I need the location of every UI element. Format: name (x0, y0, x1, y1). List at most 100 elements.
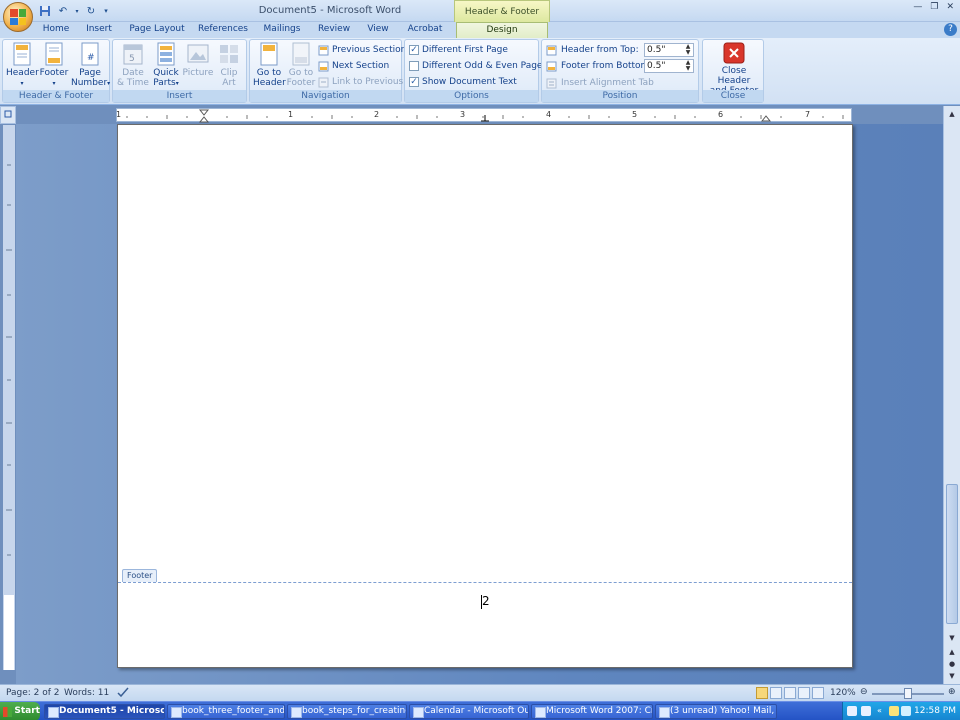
group-label-position: Position (542, 90, 698, 102)
print-layout-icon[interactable] (756, 687, 768, 699)
zoom-out-icon[interactable]: ⊖ (860, 687, 868, 697)
close-window-icon[interactable]: ✕ (946, 2, 954, 12)
tray-expand-icon[interactable]: « (877, 706, 887, 716)
header-from-top-label: Header from Top: (546, 43, 639, 57)
previous-section-button[interactable]: Previous Section (318, 43, 406, 57)
header-button[interactable]: Header ▾ (6, 42, 39, 89)
taskbar-item[interactable]: Calendar - Microsoft Outl... (409, 704, 529, 719)
taskbar-item[interactable]: book_steps_for_creating... (287, 704, 407, 719)
group-options: ✓ Different First Page Different Odd & E… (404, 39, 547, 103)
close-red-x-icon (723, 42, 745, 64)
quick-parts-button[interactable]: Quick Parts▾ (150, 42, 182, 89)
help-icon[interactable]: ? (944, 23, 957, 36)
show-document-text-option[interactable]: ✓ Show Document Text (409, 75, 517, 89)
insert-alignment-tab-button[interactable]: Insert Alignment Tab (546, 76, 654, 90)
proofing-icon[interactable] (116, 686, 130, 701)
link-to-previous-button[interactable]: Link to Previous (318, 75, 403, 89)
header-position-icon (546, 45, 557, 55)
web-layout-icon[interactable] (784, 687, 796, 699)
next-section-icon (318, 61, 329, 71)
scroll-down-icon[interactable]: ▼ (946, 632, 958, 644)
picture-button[interactable]: Picture (182, 42, 214, 78)
previous-section-icon (318, 45, 329, 55)
taskbar-clock[interactable]: 12:58 PM (914, 706, 956, 716)
select-browse-object-icon[interactable]: ● (946, 658, 958, 670)
ribbon-tabs: Home Insert Page Layout References Maili… (0, 22, 960, 38)
link-icon (318, 77, 329, 87)
outline-view-icon[interactable] (798, 687, 810, 699)
messenger-tray-icon[interactable] (889, 706, 899, 716)
spin-arrows-icon[interactable]: ▲ ▼ (684, 44, 692, 56)
word-count[interactable]: Words: 11 (64, 688, 109, 698)
horizontal-ruler[interactable]: 1 1 2 3 4 5 6 7 (116, 108, 852, 123)
zoom-in-icon[interactable]: ⊕ (948, 687, 956, 697)
undo-icon[interactable]: ↶ (56, 4, 70, 18)
taskbar-item[interactable]: Document5 - Microsof... (44, 704, 165, 719)
show-document-text-checkbox[interactable]: ✓ (409, 77, 419, 87)
scrollbar-thumb[interactable] (946, 484, 958, 624)
restore-icon[interactable]: ❐ (930, 2, 938, 12)
footer-from-bottom-input[interactable]: 0.5" ▲ ▼ (644, 59, 694, 73)
tab-references[interactable]: References (196, 22, 250, 38)
tab-acrobat[interactable]: Acrobat (402, 22, 448, 38)
group-label-insert: Insert (113, 90, 246, 102)
minimize-icon[interactable]: — (913, 2, 922, 12)
clip-art-button[interactable]: Clip Art (214, 42, 244, 88)
vertical-scrollbar[interactable]: ▲ ▼ ▲ ● ▼ (943, 106, 960, 684)
go-to-footer-button[interactable]: Go to Footer (285, 42, 317, 88)
previous-page-icon[interactable]: ▲ (946, 646, 958, 658)
taskbar-item[interactable]: Microsoft Word 2007: Cre... (531, 704, 653, 719)
page-count[interactable]: Page: 2 of 2 (6, 688, 60, 698)
taskbar-item[interactable]: (3 unread) Yahoo! Mail, a... (655, 704, 777, 719)
zoom-slider-thumb[interactable] (904, 688, 912, 699)
different-odd-even-checkbox[interactable] (409, 61, 419, 71)
full-screen-reading-icon[interactable] (770, 687, 782, 699)
ruler-label: 4 (546, 110, 552, 119)
different-first-page-checkbox[interactable]: ✓ (409, 45, 419, 55)
ruler-label: 1 (288, 110, 294, 119)
status-bar: Page: 2 of 2 Words: 11 120% ⊖ ⊕ (0, 684, 960, 701)
header-from-top-input[interactable]: 0.5" ▲ ▼ (644, 43, 694, 57)
tab-mailings[interactable]: Mailings (258, 22, 306, 38)
taskbar-item[interactable]: book_three_footer_and_... (167, 704, 285, 719)
go-to-header-button[interactable]: Go to Header (253, 42, 286, 88)
document-page[interactable]: Footer 2 (117, 124, 853, 668)
group-header-footer: Header ▾ Footer ▾ # Page Number▾ Header & F… (2, 39, 110, 103)
footer-icon (45, 42, 63, 66)
vertical-ruler[interactable] (3, 125, 15, 670)
tab-selector[interactable] (0, 106, 16, 124)
redo-icon[interactable]: ↻ (84, 4, 98, 18)
spin-arrows-icon[interactable]: ▲ ▼ (684, 60, 692, 72)
start-button[interactable]: Start (0, 702, 40, 720)
zoom-level[interactable]: 120% (830, 688, 856, 698)
tab-view[interactable]: View (362, 22, 394, 38)
tab-design[interactable]: Design (456, 22, 548, 38)
customize-qat-icon[interactable]: ▾ (102, 4, 110, 18)
next-page-icon[interactable]: ▼ (946, 670, 958, 682)
page-number-button[interactable]: # Page Number▾ (71, 42, 110, 89)
ruler-label: 5 (632, 110, 638, 119)
tab-home[interactable]: Home (38, 22, 74, 38)
network-tray-icon[interactable] (861, 706, 871, 716)
undo-dropdown-icon[interactable]: ▾ (74, 4, 80, 18)
close-header-footer-button[interactable]: Close Headerand Footer (705, 42, 763, 96)
draft-view-icon[interactable] (812, 687, 824, 699)
windows-taskbar: Start Document5 - Microsof... book_three… (0, 701, 960, 720)
tab-insert[interactable]: Insert (80, 22, 118, 38)
footer-from-bottom-label: Footer from Bottom: (546, 59, 652, 73)
scroll-up-icon[interactable]: ▲ (946, 108, 958, 120)
save-icon[interactable] (38, 4, 52, 18)
different-odd-even-option[interactable]: Different Odd & Even Pages (409, 59, 547, 73)
svg-text:5: 5 (129, 54, 135, 64)
different-first-page-option[interactable]: ✓ Different First Page (409, 43, 508, 57)
tab-page-layout[interactable]: Page Layout (124, 22, 190, 38)
next-section-button[interactable]: Next Section (318, 59, 389, 73)
calendar-icon: 5 (123, 44, 143, 65)
tab-review[interactable]: Review (312, 22, 356, 38)
date-time-button[interactable]: 5 Date & Time (116, 42, 150, 88)
help-tray-icon[interactable] (847, 706, 857, 716)
footer-button[interactable]: Footer ▾ (38, 42, 70, 89)
office-button[interactable] (3, 2, 33, 32)
footer-page-number[interactable]: 2 (482, 594, 490, 608)
volume-tray-icon[interactable] (901, 706, 911, 716)
